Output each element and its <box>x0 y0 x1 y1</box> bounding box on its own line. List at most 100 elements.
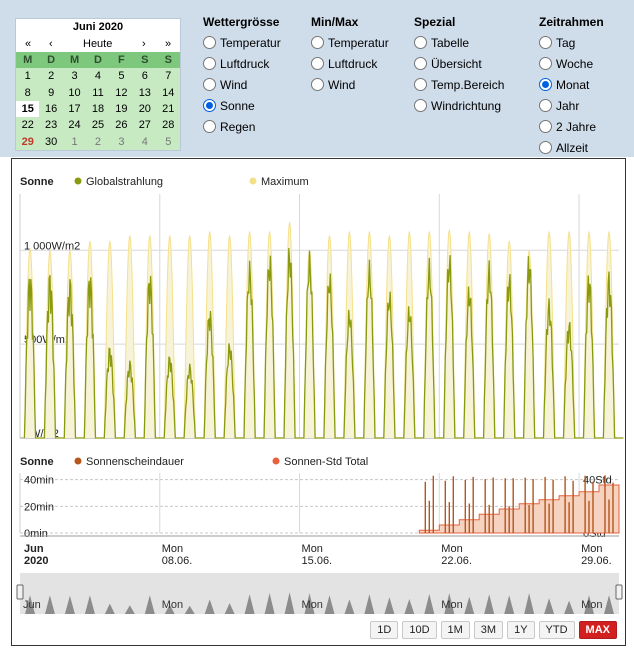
calendar-day[interactable]: 3 <box>109 133 134 150</box>
option-regen[interactable]: Regen <box>203 116 281 137</box>
calendar-day[interactable]: 14 <box>156 84 180 101</box>
sun-chart[interactable]: SonneGlobalstrahlungMaximum0W/m2500W/m21… <box>12 159 625 645</box>
radio-button[interactable] <box>203 78 216 91</box>
calendar-day[interactable]: 1 <box>16 68 40 85</box>
calendar-day[interactable]: 18 <box>86 100 110 118</box>
range-button-3m[interactable]: 3M <box>473 621 504 639</box>
calendar-day[interactable]: 9 <box>39 84 63 101</box>
option-temperatur[interactable]: Temperatur <box>203 32 281 53</box>
calendar-day[interactable]: 20 <box>133 100 157 118</box>
radio-button[interactable] <box>539 78 552 91</box>
calendar-day[interactable]: 25 <box>86 117 110 134</box>
calendar-day[interactable]: 17 <box>62 100 87 118</box>
next-year-button[interactable]: » <box>165 36 171 52</box>
calendar-day[interactable]: 16 <box>39 100 63 118</box>
calendar-day[interactable]: 1 <box>62 133 87 150</box>
calendar-day[interactable]: 6 <box>133 68 157 85</box>
weekday-header: F <box>109 52 134 69</box>
range-selector: 1D 10D 1M 3M 1Y YTD MAX <box>370 621 617 639</box>
option-monat[interactable]: Monat <box>539 74 604 95</box>
calendar-day[interactable]: 8 <box>16 84 40 101</box>
calendar-day[interactable]: 3 <box>62 68 87 85</box>
option-label: Regen <box>220 119 256 134</box>
prev-month-button[interactable]: ‹ <box>49 36 53 52</box>
month-calendar: Juni 2020 « ‹ Heute › » MDMDFSS123456789… <box>15 18 181 151</box>
option-windrichtung[interactable]: Windrichtung <box>414 95 504 116</box>
radio-button[interactable] <box>539 36 552 49</box>
calendar-day[interactable]: 13 <box>133 84 157 101</box>
calendar-day[interactable]: 2 <box>86 133 110 150</box>
radio-button[interactable] <box>539 120 552 133</box>
range-button-1m[interactable]: 1M <box>440 621 470 639</box>
radio-button[interactable] <box>203 57 216 70</box>
calendar-day[interactable]: 27 <box>133 117 157 134</box>
weekday-header: M <box>62 52 87 69</box>
radio-button[interactable] <box>311 36 324 49</box>
range-button-10d[interactable]: 10D <box>402 621 437 639</box>
radio-button[interactable] <box>414 78 427 91</box>
calendar-day[interactable]: 2 <box>39 68 63 85</box>
calendar-day[interactable]: 15 <box>16 100 40 118</box>
option-tag[interactable]: Tag <box>539 32 604 53</box>
navigator-label: Mon <box>302 599 323 611</box>
option-label: Monat <box>556 77 590 92</box>
option-jahr[interactable]: Jahr <box>539 95 604 116</box>
option-wind[interactable]: Wind <box>203 74 281 95</box>
option-sonne[interactable]: Sonne <box>203 95 281 116</box>
legend-maximum-marker <box>249 177 257 185</box>
radio-button[interactable] <box>311 57 324 70</box>
radio-button[interactable] <box>311 78 324 91</box>
option-allzeit[interactable]: Allzeit <box>539 137 604 158</box>
legend-sonnen-std-total-marker <box>272 457 280 465</box>
option-wind[interactable]: Wind <box>311 74 389 95</box>
calendar-day[interactable]: 4 <box>133 133 157 150</box>
option-temp-bereich[interactable]: Temp.Bereich <box>414 74 504 95</box>
option-woche[interactable]: Woche <box>539 53 604 74</box>
calendar-day[interactable]: 26 <box>109 117 134 134</box>
option-temperatur[interactable]: Temperatur <box>311 32 389 53</box>
option-tabelle[interactable]: Tabelle <box>414 32 504 53</box>
option-luftdruck[interactable]: Luftdruck <box>311 53 389 74</box>
option-luftdruck[interactable]: Luftdruck <box>203 53 281 74</box>
radio-button[interactable] <box>539 141 552 154</box>
radio-button[interactable] <box>539 57 552 70</box>
calendar-day[interactable]: 21 <box>156 100 180 118</box>
next-month-button[interactable]: › <box>142 36 146 52</box>
calendar-day[interactable]: 5 <box>156 133 180 150</box>
calendar-day[interactable]: 7 <box>156 68 180 85</box>
radio-button[interactable] <box>203 120 216 133</box>
today-button[interactable]: Heute <box>83 36 112 52</box>
range-button-ytd[interactable]: YTD <box>538 621 575 639</box>
calendar-day[interactable]: 10 <box>62 84 87 101</box>
calendar-day[interactable]: 4 <box>86 68 110 85</box>
calendar-day[interactable]: 30 <box>39 133 63 150</box>
radio-button[interactable] <box>203 36 216 49</box>
x-axis-label-line2: 22.06. <box>441 555 472 567</box>
navigator-left-handle[interactable] <box>16 584 24 600</box>
radio-button[interactable] <box>414 36 427 49</box>
calendar-day[interactable]: 29 <box>16 133 40 150</box>
calendar-day[interactable]: 24 <box>62 117 87 134</box>
x-axis-label-line1: Mon <box>162 543 183 555</box>
calendar-day[interactable]: 28 <box>156 117 180 134</box>
calendar-day[interactable]: 22 <box>16 117 40 134</box>
option-2-jahre[interactable]: 2 Jahre <box>539 116 604 137</box>
legend-globalstrahlung: Globalstrahlung <box>86 176 163 188</box>
range-button-max[interactable]: MAX <box>578 621 617 639</box>
minmax-title: Min/Max <box>311 15 359 29</box>
range-button-1y[interactable]: 1Y <box>507 621 535 639</box>
calendar-day[interactable]: 12 <box>109 84 134 101</box>
calendar-day[interactable]: 23 <box>39 117 63 134</box>
prev-year-button[interactable]: « <box>25 36 31 52</box>
radio-button[interactable] <box>414 99 427 112</box>
calendar-day[interactable]: 5 <box>109 68 134 85</box>
radio-button[interactable] <box>414 57 427 70</box>
range-button-1d[interactable]: 1D <box>370 621 399 639</box>
calendar-day[interactable]: 11 <box>86 84 110 101</box>
calendar-day[interactable]: 19 <box>109 100 134 118</box>
navigator-right-handle[interactable] <box>615 584 623 600</box>
option-übersicht[interactable]: Übersicht <box>414 53 504 74</box>
radio-button[interactable] <box>203 99 216 112</box>
main-chart-title: Sonne <box>20 176 54 188</box>
radio-button[interactable] <box>539 99 552 112</box>
